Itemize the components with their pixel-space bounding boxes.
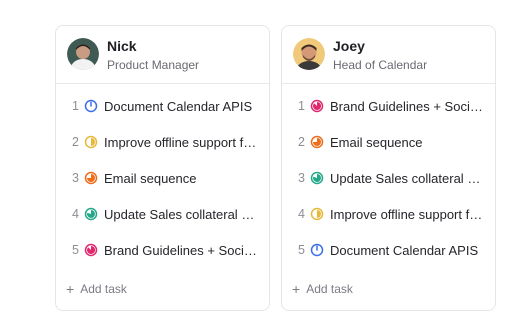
- task-row[interactable]: 1 Brand Guidelines + Social assets: [282, 94, 495, 118]
- status-circle-icon: [84, 135, 98, 149]
- task-row[interactable]: 4 Improve offline support for the app: [282, 202, 495, 226]
- task-title: Update Sales collateral material: [104, 206, 262, 222]
- status-circle-icon: [310, 171, 324, 185]
- status-circle-icon: [310, 207, 324, 221]
- plus-icon: +: [66, 281, 75, 297]
- task-number: 4: [72, 207, 79, 221]
- task-row[interactable]: 2 Email sequence: [282, 130, 495, 154]
- status-circle-icon: [84, 207, 98, 221]
- assignee-name: Nick: [107, 38, 137, 54]
- assignee-name: Joey: [333, 38, 365, 54]
- status-circle-icon: [84, 243, 98, 257]
- task-title: Document Calendar APIS: [104, 98, 253, 114]
- status-circle-icon: [310, 243, 324, 257]
- assignee-card-joey: Joey Head of Calendar 1 Brand Guidelines…: [281, 25, 496, 311]
- status-circle-icon: [310, 135, 324, 149]
- avatar: [293, 38, 325, 70]
- task-number: 2: [298, 135, 305, 149]
- task-title: Improve offline support for the app: [104, 134, 262, 150]
- task-number: 4: [298, 207, 305, 221]
- assignee-role: Product Manager: [107, 58, 200, 72]
- task-row[interactable]: 5 Document Calendar APIS: [282, 238, 495, 262]
- add-task-label: Add task: [306, 282, 353, 296]
- task-row[interactable]: 3 Email sequence: [56, 166, 269, 190]
- task-number: 5: [72, 243, 79, 257]
- task-list: 1 Brand Guidelines + Social assets 2 Ema…: [282, 84, 495, 262]
- task-title: Improve offline support for the app: [330, 206, 488, 222]
- add-task-button[interactable]: + Add task: [292, 282, 353, 296]
- assignee-role: Head of Calendar: [333, 58, 428, 72]
- task-number: 1: [72, 99, 79, 113]
- task-number: 1: [298, 99, 305, 113]
- task-number: 3: [298, 171, 305, 185]
- task-list: 1 Document Calendar APIS 2 Improve offli…: [56, 84, 269, 262]
- status-circle-icon: [84, 171, 98, 185]
- task-title: Document Calendar APIS: [330, 242, 479, 258]
- task-title: Update Sales collateral material: [330, 170, 488, 186]
- task-row[interactable]: 4 Update Sales collateral material: [56, 202, 269, 226]
- task-row[interactable]: 3 Update Sales collateral material: [282, 166, 495, 190]
- status-circle-icon: [310, 99, 324, 113]
- task-title: Email sequence: [104, 170, 197, 186]
- status-circle-icon: [84, 99, 98, 113]
- avatar: [67, 38, 99, 70]
- task-number: 2: [72, 135, 79, 149]
- task-row[interactable]: 1 Document Calendar APIS: [56, 94, 269, 118]
- task-row[interactable]: 5 Brand Guidelines + Social assets: [56, 238, 269, 262]
- task-number: 5: [298, 243, 305, 257]
- task-title: Email sequence: [330, 134, 423, 150]
- task-row[interactable]: 2 Improve offline support for the app: [56, 130, 269, 154]
- card-header: Joey Head of Calendar: [282, 26, 495, 84]
- task-title: Brand Guidelines + Social assets: [330, 98, 488, 114]
- add-task-label: Add task: [80, 282, 127, 296]
- assignee-card-nick: Nick Product Manager 1 Document Calendar…: [55, 25, 270, 311]
- task-number: 3: [72, 171, 79, 185]
- task-title: Brand Guidelines + Social assets: [104, 242, 262, 258]
- add-task-button[interactable]: + Add task: [66, 282, 127, 296]
- plus-icon: +: [292, 281, 301, 297]
- card-header: Nick Product Manager: [56, 26, 269, 84]
